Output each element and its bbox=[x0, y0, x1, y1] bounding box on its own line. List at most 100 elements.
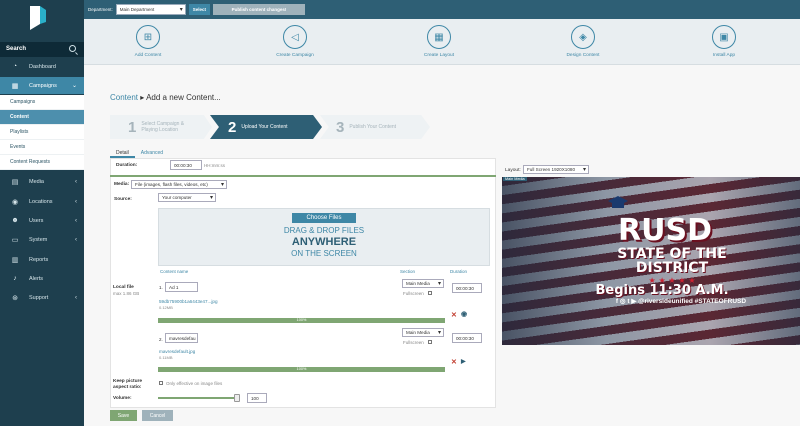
duration-input[interactable]: 00:00:30 bbox=[452, 333, 482, 343]
calendar-icon: ▦ bbox=[11, 82, 19, 90]
sidebar-item-label: Alerts bbox=[29, 275, 44, 282]
section-select[interactable]: Main Media bbox=[402, 328, 444, 337]
step-2[interactable]: 2 Upload Your Content bbox=[210, 115, 322, 139]
sidebar-item-reports[interactable]: ▥ Reports bbox=[0, 251, 84, 268]
chevron-left-icon: ‹ bbox=[75, 217, 77, 224]
cancel-button[interactable]: Cancel bbox=[142, 410, 173, 421]
tab-detail[interactable]: Detail bbox=[110, 148, 135, 158]
volume-input[interactable]: 100 bbox=[247, 393, 267, 403]
sidebar-item-alerts[interactable]: ♪ Alerts bbox=[0, 270, 84, 287]
duration-input[interactable]: 00:00:30 bbox=[452, 283, 482, 293]
add-content-action[interactable]: ⊞ Add Content bbox=[108, 25, 188, 58]
department-label: Department: bbox=[88, 7, 113, 12]
layout-preview[interactable]: RUSD STATE OF THE DISTRICT ★ ★ ★ ★ ★ Beg… bbox=[502, 177, 800, 345]
design-icon: ◈ bbox=[571, 25, 595, 49]
search-icon[interactable] bbox=[69, 45, 76, 52]
sidebar-item-media[interactable]: ▤ Media ‹ bbox=[0, 173, 84, 190]
layout-select[interactable]: Full Screen 1920X1080 bbox=[523, 165, 589, 174]
volume-slider-track[interactable] bbox=[158, 397, 240, 399]
step-3[interactable]: 3 Publish Your Content bbox=[320, 115, 430, 139]
fullscreen-label: Fullscreen bbox=[403, 340, 424, 345]
sidebar-sub-events[interactable]: Events bbox=[0, 140, 84, 155]
create-campaign-action[interactable]: ◁ Create Campaign bbox=[255, 25, 335, 58]
chevron-left-icon: ‹ bbox=[75, 178, 77, 185]
source-select[interactable]: Your computer bbox=[158, 193, 216, 202]
action-label: Create Campaign bbox=[276, 53, 314, 58]
sidebar-sub-content[interactable]: Content bbox=[0, 110, 84, 125]
sidebar-item-users[interactable]: ☻ Users ‹ bbox=[0, 212, 84, 229]
sidebar-item-label: Media bbox=[29, 178, 44, 185]
search-label: Search bbox=[6, 46, 27, 52]
design-content-action[interactable]: ◈ Design Content bbox=[543, 25, 623, 58]
media-label: Media: bbox=[114, 182, 130, 187]
media-select[interactable]: File (images, flash files, videos, etc) bbox=[131, 180, 227, 189]
sidebar-sub-campaigns[interactable]: Campaigns bbox=[0, 95, 84, 110]
fullscreen-checkbox[interactable] bbox=[428, 291, 432, 295]
file-drop-zone[interactable]: Choose Files DRAG & DROP FILES ANYWHERE … bbox=[158, 208, 490, 266]
report-icon: ▥ bbox=[11, 256, 19, 264]
sidebar-item-locations[interactable]: ◉ Locations ‹ bbox=[0, 193, 84, 210]
keep-ratio-label: Keep picture aspect ratio: bbox=[113, 379, 143, 390]
department-select[interactable]: Main Department bbox=[115, 4, 186, 15]
speedometer-icon: ◔ bbox=[12, 63, 18, 70]
install-app-action[interactable]: ▣ Install App bbox=[684, 25, 764, 58]
file-size: 0.11MB bbox=[159, 355, 173, 360]
preview-eye-icon[interactable]: ◉ bbox=[461, 310, 467, 318]
content-name-input[interactable]: mavresdefau bbox=[165, 333, 198, 343]
file-index: 2. bbox=[159, 337, 163, 342]
remove-icon[interactable]: ✕ bbox=[451, 358, 457, 366]
sidebar-item-support[interactable]: ⊛ Support ‹ bbox=[0, 289, 84, 306]
choose-files-button[interactable]: Choose Files bbox=[292, 213, 356, 223]
preview-rusd: RUSD bbox=[618, 213, 712, 248]
section-select[interactable]: Main Media bbox=[402, 279, 444, 288]
duration-input[interactable]: 00:00:30 bbox=[170, 160, 202, 170]
sidebar-search[interactable]: Search bbox=[0, 42, 84, 57]
save-button[interactable]: Save bbox=[110, 410, 137, 421]
create-layout-action[interactable]: ▦ Create Layout bbox=[399, 25, 479, 58]
layout-label: Layout: bbox=[505, 168, 521, 173]
chevron-down-icon: ⌄ bbox=[71, 83, 77, 89]
sidebar-sub-content-requests[interactable]: Content Requests bbox=[0, 155, 84, 170]
step-label: Select Campaign & Playing Location bbox=[141, 121, 185, 133]
sidebar-sub-playlists[interactable]: Playlists bbox=[0, 125, 84, 140]
step-1[interactable]: 1 Select Campaign & Playing Location bbox=[110, 115, 212, 139]
action-label: Design Content bbox=[566, 53, 600, 58]
sub-label: Content Requests bbox=[10, 159, 51, 165]
app-icon: ▣ bbox=[712, 25, 736, 49]
remove-icon[interactable]: ✕ bbox=[451, 311, 457, 319]
sidebar-item-system[interactable]: ▭ System ‹ bbox=[0, 231, 84, 248]
step-label: Publish Your Content bbox=[349, 124, 397, 130]
volume-slider-handle[interactable] bbox=[234, 394, 240, 402]
volume-label: Volume: bbox=[113, 396, 132, 401]
play-icon[interactable]: ▶ bbox=[461, 358, 466, 365]
source-label: Source: bbox=[114, 197, 132, 202]
breadcrumb-link[interactable]: Content bbox=[110, 93, 138, 102]
brand-logo-icon[interactable] bbox=[28, 4, 48, 32]
fullscreen-checkbox[interactable] bbox=[428, 340, 432, 344]
select-button[interactable]: Select bbox=[188, 4, 211, 15]
sidebar-item-label: Dashboard bbox=[29, 63, 56, 70]
col-duration: Duration bbox=[450, 269, 468, 274]
keep-ratio-checkbox[interactable] bbox=[159, 381, 163, 385]
tab-advanced[interactable]: Advanced bbox=[135, 148, 169, 158]
file-size: 0.12MB bbox=[159, 305, 173, 310]
col-section: Section bbox=[400, 269, 416, 274]
col-content-name: Content name bbox=[160, 269, 189, 274]
content-name-input[interactable]: Ad 1 bbox=[165, 282, 198, 292]
region-tag: Main Media bbox=[503, 177, 527, 181]
megaphone-icon: ◁ bbox=[283, 25, 307, 49]
monitor-icon: ▭ bbox=[11, 236, 19, 244]
page-title: Add a new Content... bbox=[146, 93, 221, 102]
step-number: 1 bbox=[128, 118, 137, 136]
upload-progress-bar: 100% bbox=[158, 318, 445, 323]
file-name: 59db75900b1a6443e47...jpg bbox=[159, 299, 218, 304]
sidebar-item-dashboard[interactable]: ◔ Dashboard bbox=[0, 58, 84, 75]
local-file-label: Local file bbox=[113, 285, 134, 290]
preview-begins: Begins 11:30 A.M. bbox=[595, 283, 729, 298]
publish-button[interactable]: Publish content changes! bbox=[213, 4, 306, 15]
sub-label: Content bbox=[10, 114, 29, 120]
sidebar-item-label: Reports bbox=[29, 256, 49, 263]
layout-icon: ▦ bbox=[427, 25, 451, 49]
file-name: mavresdefault.jpg bbox=[159, 349, 196, 354]
sidebar-item-campaigns[interactable]: ▦ Campaigns ⌄ bbox=[0, 77, 84, 94]
